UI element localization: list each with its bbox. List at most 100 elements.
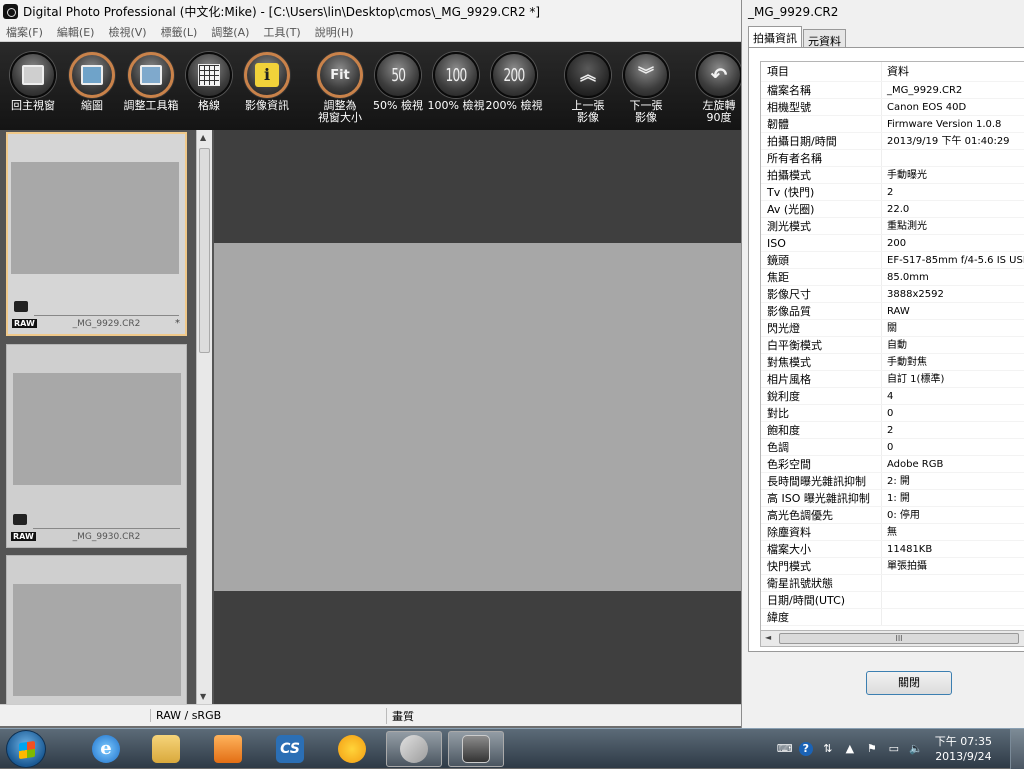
close-button[interactable]: 關閉 [866,671,952,695]
keyboard-icon[interactable]: ⌨ [777,742,793,756]
preview-image [214,243,742,591]
column-value[interactable]: 資料 [882,62,1024,81]
taskbar-dpp[interactable] [448,731,504,767]
row-value: 2013/9/19 下午 01:40:29 [887,136,1010,147]
thumbnail-item[interactable]: RAW _MG_9929.CR2 * [6,132,187,336]
table-row[interactable]: 韌體 Firmware Version 1.0.8 [761,116,1024,133]
table-row[interactable]: 銳利度 4 [761,388,1024,405]
menu-label[interactable]: 標籤(L) [161,24,198,40]
view-100-button[interactable]: 100 100% 檢視 [427,52,485,112]
menu-help[interactable]: 說明(H) [315,24,354,40]
row-value: 手動對焦 [887,357,927,368]
table-row[interactable]: 影像品質 RAW [761,303,1024,320]
menu-tools[interactable]: 工具(T) [263,24,300,40]
table-row[interactable]: 衛星訊號狀態 [761,575,1024,592]
hscroll-thumb[interactable]: III [779,633,1019,644]
menu-file[interactable]: 檔案(F) [6,24,43,40]
show-hidden-icons-icon[interactable]: ▲ [843,742,857,756]
row-key: 相機型號 [761,99,882,115]
table-row[interactable]: 檔案名稱 _MG_9929.CR2 [761,82,1024,99]
next-image-label: 下一張 影像 [629,99,663,124]
monitor-icon[interactable]: ▭ [887,742,901,756]
view-50-button[interactable]: 50 50% 檢視 [369,52,427,112]
scroll-left-arrow-icon[interactable]: ◄ [765,633,771,642]
view-200-button[interactable]: 200 200% 檢視 [485,52,543,112]
table-row[interactable]: 色彩空間 Adobe RGB [761,456,1024,473]
main-window-button[interactable]: 回主視窗 [4,52,62,112]
next-image-button[interactable]: ︾ 下一張 影像 [617,52,675,124]
column-item[interactable]: 項目 [761,62,882,81]
table-row[interactable]: 日期/時間(UTC) [761,592,1024,609]
table-row[interactable]: 快門模式 單張拍攝 [761,558,1024,575]
menu-view[interactable]: 檢視(V) [108,24,146,40]
grid-icon [186,52,232,98]
table-row[interactable]: 對比 0 [761,405,1024,422]
view-50-label: 50% 檢視 [373,99,423,112]
table-row[interactable]: 除塵資料無 [761,524,1024,541]
tool-palette-button[interactable]: 調整工具箱 [122,52,180,112]
info-button[interactable]: i 影像資訊 [238,52,296,112]
table-row[interactable]: 焦距 85.0mm [761,269,1024,286]
table-row[interactable]: 色調 0 [761,439,1024,456]
taskbar-paint[interactable] [386,731,442,767]
menu-adjust[interactable]: 調整(A) [211,24,249,40]
grid-label: 格線 [198,99,220,112]
tab-metadata[interactable]: 元資料 [803,29,846,48]
scroll-down-arrow-icon[interactable]: ▼ [200,692,206,701]
thumbnails-button[interactable]: 縮圖 [63,52,121,112]
table-row[interactable]: 影像尺寸 3888x2592 [761,286,1024,303]
volume-icon[interactable]: 🔈 [909,742,923,756]
prev-image-button[interactable]: ︽ 上一張 影像 [559,52,617,124]
table-row[interactable]: 緯度 [761,609,1024,626]
thumbnail-item[interactable]: RAW _MG_9930.CR2 [6,344,187,548]
dialog-tabs: 拍攝資訊 元資料 [748,26,847,48]
rotate-left-button[interactable]: ↶ 左旋轉 90度 [690,52,742,124]
tab-shooting-info[interactable]: 拍攝資訊 [748,26,802,48]
thumbnail-scrollbar[interactable]: ▲ ▼ [196,130,212,704]
show-desktop-button[interactable] [1010,729,1024,769]
table-row[interactable]: 拍攝日期/時間 2013/9/19 下午 01:40:29 [761,133,1024,150]
taskbar-media-player[interactable] [200,731,256,767]
table-row[interactable]: 相機型號 Canon EOS 40D [761,99,1024,116]
taskbar-explorer[interactable] [138,731,194,767]
table-row[interactable]: 長時間曝光雜訊抑制 2: 開 [761,473,1024,490]
table-row[interactable]: 白平衡模式 自動 [761,337,1024,354]
flag-icon[interactable]: ⚑ [865,742,879,756]
network-icon[interactable]: ⇅ [821,742,835,756]
chevron-down-icon: ︾ [623,52,669,98]
table-row[interactable]: 測光模式 重點測光 [761,218,1024,235]
taskbar-cs[interactable]: CS [262,731,318,767]
table-hscrollbar[interactable]: ◄ III [760,630,1024,647]
table-row[interactable]: 高光色調優先 0: 停用 [761,507,1024,524]
table-row[interactable]: 所有者名稱 [761,150,1024,167]
media-player-icon [214,735,242,763]
colorspace-status: RAW / sRGB [150,709,386,722]
thumbnail-panel: RAW _MG_9929.CR2 * RAW _MG_9930.CR2 ▲ ▼ [0,130,214,704]
fit-window-button[interactable]: Fit 調整為 視窗大小 [311,52,369,124]
table-row[interactable]: 高 ISO 曝光雜訊抑制 1: 開 [761,490,1024,507]
image-viewer[interactable] [214,130,742,704]
scrollbar-thumb[interactable] [199,148,210,353]
table-row[interactable]: 相片風格 自訂 1(標準) [761,371,1024,388]
thumbnail-item[interactable] [6,555,187,704]
table-row[interactable]: 檔案大小 11481KB [761,541,1024,558]
taskbar-pps[interactable] [324,731,380,767]
table-row[interactable]: 飽和度 2 [761,422,1024,439]
view-100-icon: 100 [433,52,479,98]
scroll-up-arrow-icon[interactable]: ▲ [200,133,206,142]
info-table[interactable]: 項目 資料 檔案名稱 _MG_9929.CR2 相機型號 Canon EOS 40D 韌… [760,61,1024,633]
start-button[interactable] [6,730,46,768]
table-row[interactable]: Av (光圈) 22.0 [761,201,1024,218]
table-row[interactable]: 閃光燈關 [761,320,1024,337]
app-camera-icon[interactable] [3,3,18,19]
grid-button[interactable]: 格線 [180,52,238,112]
help-icon[interactable]: ? [798,742,813,756]
table-row[interactable]: 鏡頭 EF-S17-85mm f/4-5.6 IS USM [761,252,1024,269]
clock[interactable]: 下午 07:35 2013/9/24 [935,734,992,764]
table-row[interactable]: ISO 200 [761,235,1024,252]
taskbar-ie[interactable]: e [78,731,134,767]
table-row[interactable]: 拍攝模式 手動曝光 [761,167,1024,184]
menu-edit[interactable]: 編輯(E) [57,24,95,40]
table-row[interactable]: Tv (快門) 2 [761,184,1024,201]
table-row[interactable]: 對焦模式 手動對焦 [761,354,1024,371]
